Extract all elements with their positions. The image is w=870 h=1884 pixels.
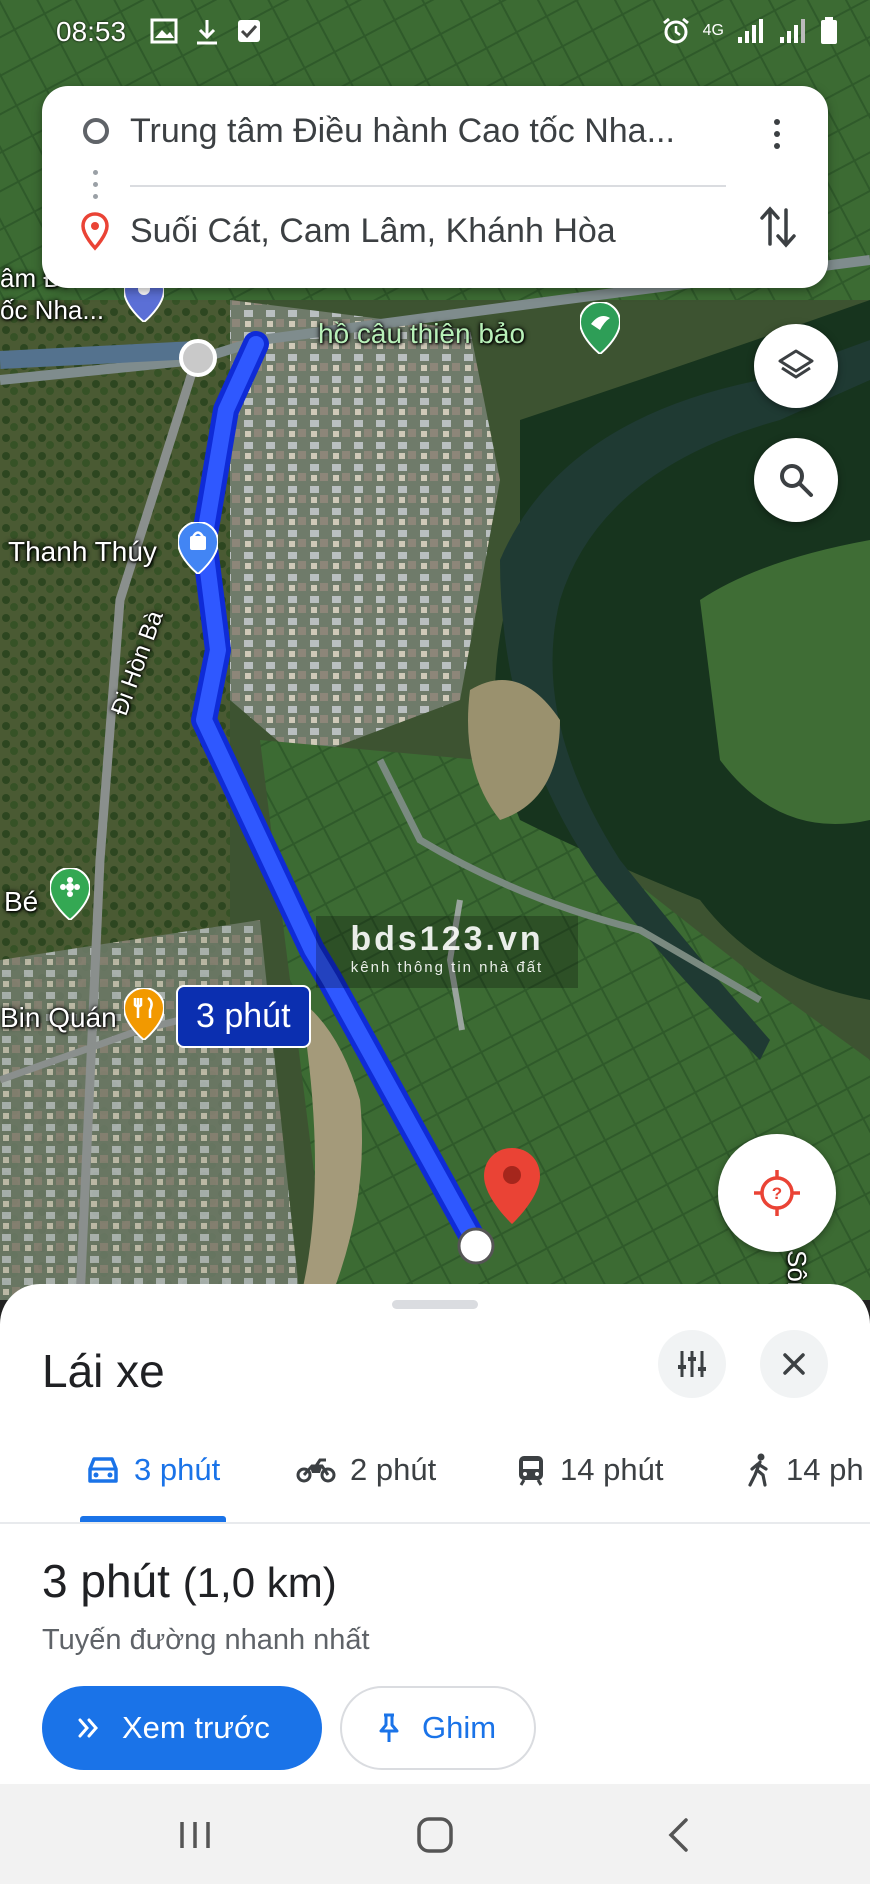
watermark-line1: bds123.vn: [350, 920, 544, 958]
origin-field[interactable]: Trung tâm Điều hành Cao tốc Nha...: [130, 112, 740, 151]
route-start-marker: [179, 339, 217, 377]
home-icon[interactable]: [412, 1812, 458, 1858]
swap-directions-icon[interactable]: [756, 202, 800, 252]
back-icon[interactable]: [656, 1812, 702, 1858]
system-navigation-bar: [0, 1784, 870, 1884]
tab-walking-label: 14 ph: [786, 1452, 864, 1487]
transit-icon: [519, 1456, 543, 1486]
car-icon: [88, 1457, 118, 1483]
destination-row[interactable]: Suối Cát, Cam Lâm, Khánh Hòa: [42, 186, 828, 276]
location-unknown-icon: ?: [754, 1170, 800, 1216]
directions-bottom-sheet: Lái xe 3 phút 2 phút 14 phút 14 ph 3 phú…: [0, 1284, 870, 1784]
route-description: Tuyến đường nhanh nhất: [42, 1624, 370, 1656]
more-options-button[interactable]: [762, 114, 792, 154]
route-options-button[interactable]: [658, 1330, 726, 1398]
tab-motorbike-label: 2 phút: [350, 1452, 437, 1487]
walk-icon: [748, 1453, 768, 1487]
pin-icon: [379, 1713, 399, 1742]
travel-mode-tabs: 3 phút 2 phút 14 phút 14 ph: [0, 1432, 870, 1508]
route-end-marker: [457, 1227, 495, 1265]
directions-card: Trung tâm Điều hành Cao tốc Nha... Suối …: [42, 86, 828, 288]
route-distance: (1,0 km): [182, 1559, 337, 1606]
travel-mode-title: Lái xe: [42, 1345, 165, 1397]
signal-icon: [738, 19, 763, 43]
sheet-drag-handle[interactable]: [392, 1300, 478, 1309]
alarm-icon: [662, 17, 689, 44]
signal-2-icon: [780, 19, 805, 43]
tabs-divider: [0, 1522, 870, 1524]
poi-label-ho-cau[interactable]: hồ câu thiên bảo: [318, 318, 525, 350]
checkbox-notification-icon: [238, 20, 260, 42]
status-bar: 08:53 4G: [0, 0, 870, 64]
watermark-line2: kênh thông tin nhà đất: [350, 959, 544, 976]
layers-button[interactable]: [754, 324, 838, 408]
close-button[interactable]: [760, 1330, 828, 1398]
route-summary[interactable]: 3 phút (1,0 km): [42, 1554, 337, 1608]
tab-driving[interactable]: 3 phút: [86, 1432, 220, 1508]
origin-circle-icon: [83, 118, 109, 144]
shopping-pin-icon[interactable]: [178, 522, 218, 574]
motorbike-icon: [296, 1458, 336, 1483]
destination-field[interactable]: Suối Cát, Cam Lâm, Khánh Hòa: [130, 212, 740, 251]
preview-button[interactable]: Xem trước: [42, 1686, 322, 1770]
tab-driving-label: 3 phút: [134, 1452, 221, 1487]
tab-walking[interactable]: 14 ph: [746, 1432, 864, 1508]
battery-icon: [821, 17, 837, 44]
my-location-button[interactable]: ?: [718, 1134, 836, 1252]
tab-motorbike[interactable]: 2 phút: [296, 1432, 436, 1508]
double-chevron-icon: [78, 1718, 98, 1738]
preview-label: Xem trước: [122, 1710, 270, 1745]
network-type: 4G: [702, 22, 724, 39]
gallery-notification-icon: [150, 18, 178, 44]
route-time: 3 phút: [42, 1555, 170, 1607]
svg-text:?: ?: [772, 1184, 782, 1203]
search-icon: [780, 464, 813, 497]
poi-label-be[interactable]: Bé: [4, 886, 38, 918]
pin-label: Ghim: [422, 1710, 497, 1745]
status-time: 08:53: [56, 16, 127, 47]
poi-label-bin-quan[interactable]: Bin Quán: [0, 1002, 117, 1034]
flower-pin-icon[interactable]: [50, 868, 90, 920]
poi-label-thanh-thuy[interactable]: Thanh Thúy: [8, 536, 157, 568]
park-pin-icon[interactable]: [580, 302, 620, 354]
recent-apps-icon[interactable]: [172, 1812, 218, 1858]
pin-button[interactable]: Ghim: [340, 1686, 536, 1770]
search-along-route-button[interactable]: [754, 438, 838, 522]
tab-transit[interactable]: 14 phút: [516, 1432, 663, 1508]
destination-pin-icon: [81, 212, 109, 251]
download-icon: [197, 20, 217, 45]
layers-icon: [778, 349, 814, 379]
watermark: bds123.vn kênh thông tin nhà đất: [316, 916, 578, 988]
tab-transit-label: 14 phút: [560, 1452, 664, 1487]
close-icon: [783, 1353, 805, 1375]
origin-row[interactable]: Trung tâm Điều hành Cao tốc Nha...: [42, 86, 828, 176]
restaurant-pin-icon[interactable]: [124, 988, 164, 1040]
route-duration-callout[interactable]: 3 phút: [176, 985, 311, 1048]
tune-icon: [678, 1351, 706, 1377]
